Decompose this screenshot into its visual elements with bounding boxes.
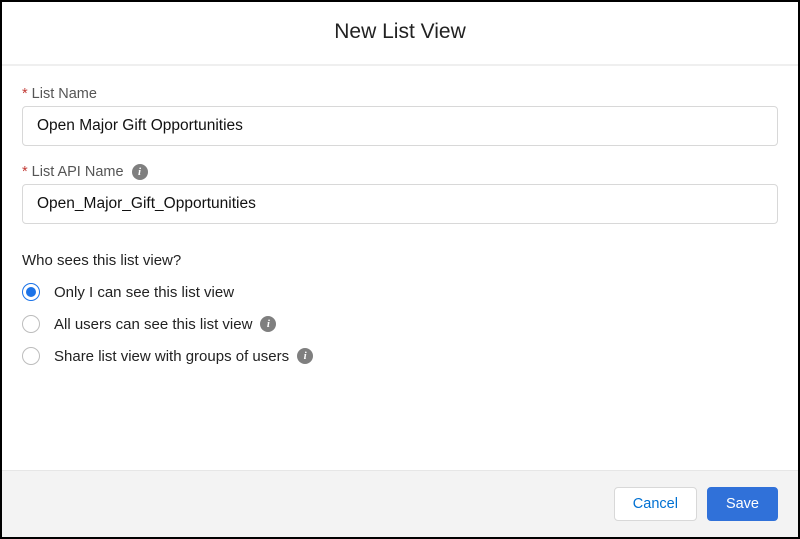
radio-icon[interactable] [22, 283, 40, 301]
info-icon[interactable]: i [260, 316, 276, 332]
new-list-view-modal: New List View * List Name * List API Nam… [0, 0, 800, 539]
list-api-name-label-row: * List API Name i [22, 164, 778, 180]
radio-label: All users can see this list view [54, 316, 252, 333]
list-name-input[interactable] [22, 106, 778, 146]
radio-label: Share list view with groups of users [54, 348, 289, 365]
modal-body: * List Name * List API Name i Who sees t… [2, 66, 798, 470]
list-api-name-label: List API Name [32, 164, 124, 180]
required-asterisk: * [22, 164, 28, 180]
visibility-option-all-users[interactable]: All users can see this list view i [22, 315, 778, 333]
list-api-name-input[interactable] [22, 184, 778, 224]
visibility-option-share-groups[interactable]: Share list view with groups of users i [22, 347, 778, 365]
save-button[interactable]: Save [707, 487, 778, 521]
radio-label: Only I can see this list view [54, 284, 234, 301]
visibility-question: Who sees this list view? [22, 252, 778, 269]
list-name-label-row: * List Name [22, 86, 778, 102]
modal-header: New List View [2, 2, 798, 66]
list-name-group: * List Name [22, 86, 778, 146]
list-api-name-group: * List API Name i [22, 164, 778, 224]
modal-title: New List View [2, 20, 798, 44]
required-asterisk: * [22, 86, 28, 102]
list-name-label: List Name [32, 86, 97, 102]
info-icon[interactable]: i [297, 348, 313, 364]
modal-footer: Cancel Save [2, 470, 798, 537]
visibility-option-only-me[interactable]: Only I can see this list view [22, 283, 778, 301]
radio-icon[interactable] [22, 347, 40, 365]
cancel-button[interactable]: Cancel [614, 487, 697, 521]
info-icon[interactable]: i [132, 164, 148, 180]
radio-icon[interactable] [22, 315, 40, 333]
